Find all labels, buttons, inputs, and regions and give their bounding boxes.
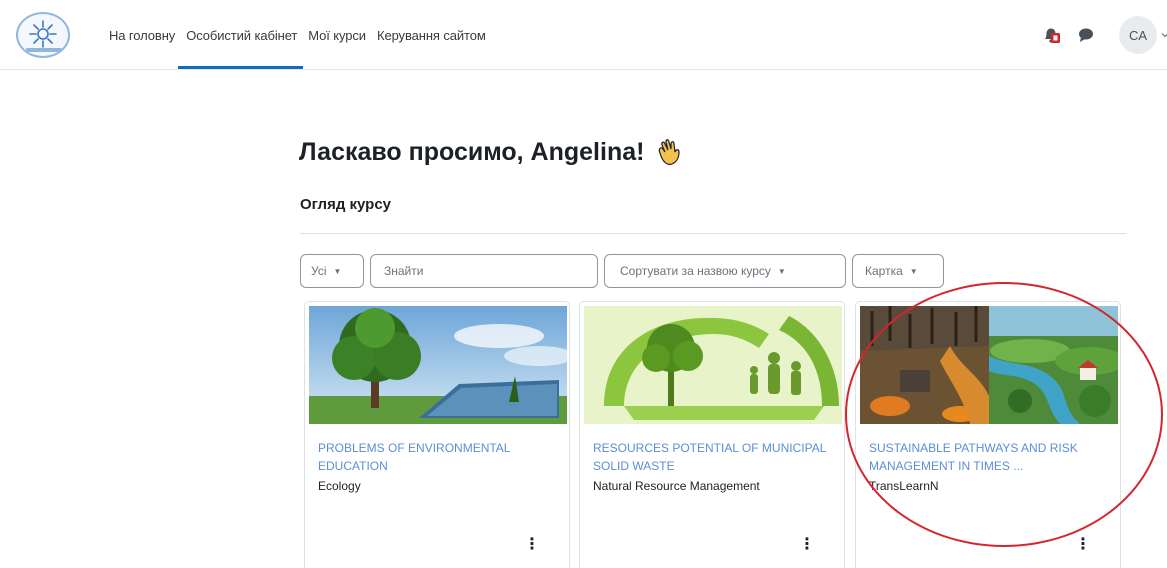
course-image[interactable] xyxy=(860,306,1118,424)
course-card[interactable]: RESOURCES POTENTIAL OF MUNICIPAL SOLID W… xyxy=(579,301,845,568)
course-actions-menu-icon[interactable]: ⋮ xyxy=(1073,534,1093,554)
course-info: PROBLEMS OF ENVIRONMENTAL EDUCATION Ecol… xyxy=(318,439,558,495)
welcome-text: Ласкаво просимо, Angelina! xyxy=(299,137,645,166)
primary-navigation: На головну Особистий кабінет Мої курси К… xyxy=(109,0,497,70)
chevron-down-icon: ▼ xyxy=(777,266,786,276)
nav-link-site-admin[interactable]: Керування сайтом xyxy=(377,0,486,70)
course-card[interactable]: PROBLEMS OF ENVIRONMENTAL EDUCATION Ecol… xyxy=(304,301,570,568)
chat-bubble-icon xyxy=(1079,28,1093,42)
course-info: RESOURCES POTENTIAL OF MUNICIPAL SOLID W… xyxy=(593,439,833,495)
course-name-link[interactable]: RESOURCES POTENTIAL OF MUNICIPAL SOLID W… xyxy=(593,439,833,475)
war-and-nature-image xyxy=(860,306,1118,424)
course-card[interactable]: SUSTAINABLE PATHWAYS AND RISK MANAGEMENT… xyxy=(855,301,1121,568)
course-search-input[interactable] xyxy=(370,254,598,288)
course-name-link[interactable]: PROBLEMS OF ENVIRONMENTAL EDUCATION xyxy=(318,439,558,475)
green-recycling-image xyxy=(584,306,842,424)
user-controls: CA xyxy=(1039,0,1167,70)
chevron-down-icon: ▼ xyxy=(909,266,918,276)
course-category: TransLearnN xyxy=(869,479,939,493)
chevron-down-icon[interactable] xyxy=(1160,30,1167,40)
messages-button[interactable] xyxy=(1077,26,1095,44)
course-image[interactable] xyxy=(309,306,567,424)
sort-value: Сортувати за назвою курсу xyxy=(620,264,771,278)
course-actions-menu-icon[interactable]: ⋮ xyxy=(522,534,542,554)
view-value: Картка xyxy=(865,264,903,278)
section-divider xyxy=(300,233,1126,234)
course-image[interactable] xyxy=(584,306,842,424)
nav-link-home[interactable]: На головну xyxy=(109,0,175,70)
course-category: Natural Resource Management xyxy=(593,479,760,493)
nav-link-my-courses[interactable]: Мої курси xyxy=(308,0,366,70)
top-navbar: На головну Особистий кабінет Мої курси К… xyxy=(0,0,1167,70)
user-avatar[interactable]: CA xyxy=(1119,16,1157,54)
logo-icon xyxy=(26,20,62,52)
notifications-button[interactable] xyxy=(1039,22,1065,48)
course-info: SUSTAINABLE PATHWAYS AND RISK MANAGEMENT… xyxy=(869,439,1109,495)
bell-icon xyxy=(1045,28,1060,43)
welcome-heading: Ласкаво просимо, Angelina! xyxy=(299,137,684,167)
tree-and-book-image xyxy=(309,306,567,424)
site-logo[interactable] xyxy=(16,12,70,58)
course-category: Ecology xyxy=(318,479,361,493)
nav-link-dashboard[interactable]: Особистий кабінет xyxy=(178,0,304,70)
grouping-dropdown[interactable]: Усі ▼ xyxy=(300,254,364,288)
waving-hand-icon xyxy=(659,139,681,166)
view-dropdown[interactable]: Картка ▼ xyxy=(852,254,944,288)
course-overview-title: Огляд курсу xyxy=(300,196,392,213)
course-actions-menu-icon[interactable]: ⋮ xyxy=(797,534,817,554)
chevron-down-icon: ▼ xyxy=(333,266,342,276)
course-name-link[interactable]: SUSTAINABLE PATHWAYS AND RISK MANAGEMENT… xyxy=(869,439,1109,475)
sort-dropdown[interactable]: Сортувати за назвою курсу ▼ xyxy=(604,254,846,288)
grouping-value: Усі xyxy=(311,264,327,278)
